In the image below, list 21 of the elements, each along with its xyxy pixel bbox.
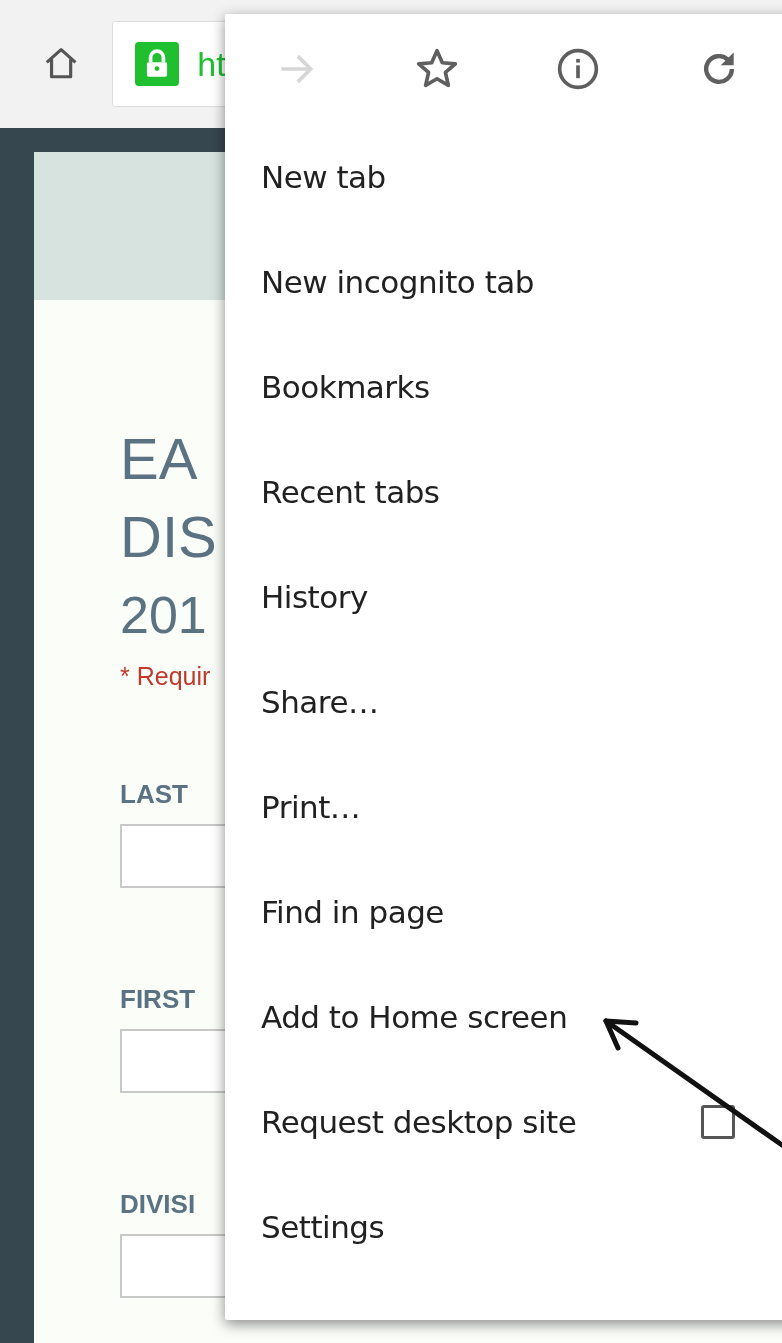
lock-icon [135, 42, 180, 86]
required-note: * Requir [120, 662, 211, 691]
menu-item[interactable]: History [225, 544, 782, 649]
menu-item[interactable]: Add to Home screen [225, 964, 782, 1069]
field-label: FIRST [120, 984, 196, 1015]
field-label: LAST [120, 779, 188, 810]
field-label: DIVISI [120, 1189, 196, 1220]
menu-item[interactable]: Recent tabs [225, 439, 782, 544]
checkbox[interactable] [701, 1104, 735, 1139]
menu-item[interactable]: Share… [225, 649, 782, 754]
menu-item[interactable]: Print… [225, 754, 782, 859]
page-title: 201 [120, 585, 207, 646]
url-text: ht [197, 44, 226, 84]
page-title: DIS [120, 503, 217, 571]
menu-item[interactable]: Bookmarks [225, 334, 782, 439]
menu-item[interactable]: Settings [225, 1174, 782, 1279]
menu-item[interactable]: Find in page [225, 859, 782, 964]
menu-item[interactable]: New incognito tab [225, 229, 782, 334]
menu-item[interactable]: New tab [225, 124, 782, 229]
menu-item[interactable]: Request desktop site [225, 1069, 782, 1174]
page-title: EA [120, 425, 198, 493]
